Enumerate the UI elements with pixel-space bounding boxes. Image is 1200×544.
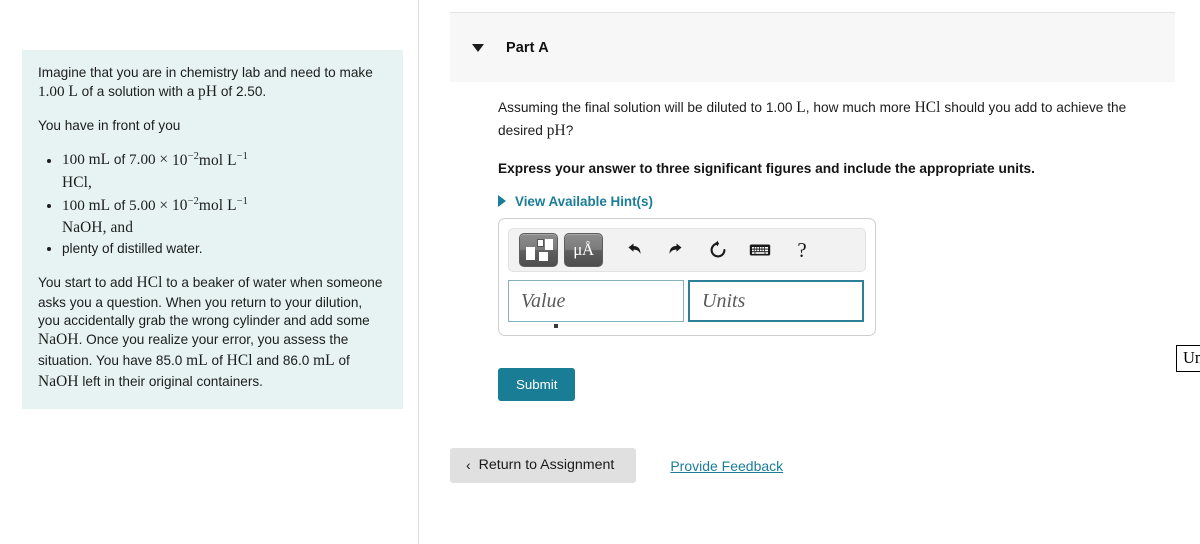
- view-hints-label: View Available Hint(s): [515, 193, 653, 209]
- have-label: You have in front of you: [38, 118, 181, 134]
- item-1-of: of: [113, 197, 126, 213]
- item-0-exponent: −2: [187, 150, 199, 162]
- narrative-s4: of: [211, 353, 223, 369]
- item-0-times: ×: [159, 151, 169, 169]
- page-title: Part A: [506, 39, 549, 56]
- item-0-species: HCl,: [62, 173, 92, 191]
- question-text: Assuming the final solution will be dilu…: [498, 96, 1148, 143]
- item-1-amount: 100: [62, 196, 85, 214]
- item-0-conc-unit: mol L−1: [198, 150, 248, 169]
- intro-line-2-pre: make: [339, 65, 373, 80]
- caret-right-icon: [498, 195, 506, 208]
- redo-arrow-icon[interactable]: [659, 235, 693, 265]
- item-1-conc: 5.00: [129, 196, 156, 214]
- return-to-assignment-button[interactable]: ‹ Return to Assignment: [450, 448, 637, 483]
- math-template-icon[interactable]: [519, 233, 558, 267]
- question-ph: pH: [546, 122, 566, 140]
- question-mid: , how much more: [805, 100, 911, 115]
- units-toggle-icon[interactable]: μÅ: [564, 233, 603, 267]
- text-cursor-handle: [554, 324, 558, 328]
- narrative-naoh: NaOH: [38, 331, 79, 349]
- intro-line-2-mid: of a solution with a: [81, 84, 195, 100]
- item-1-amount-unit: mL: [88, 196, 111, 214]
- item-1-conc-unit: mol L−1: [198, 195, 248, 214]
- units-input[interactable]: Units: [688, 280, 864, 322]
- chevron-left-icon: ‹: [466, 457, 471, 473]
- help-icon[interactable]: ?: [785, 235, 819, 265]
- undo-arrow-icon[interactable]: [617, 235, 651, 265]
- answer-toolbar: μÅ ?: [508, 228, 866, 272]
- list-item: 100 mL of 5.00 × 10−2mol L−1 NaOH, and: [62, 195, 385, 238]
- narrative-s5: and 86.0: [256, 353, 310, 369]
- question-end: ?: [565, 123, 574, 139]
- narrative-naoh-2: NaOH: [38, 373, 79, 390]
- item-1-species: NaOH, and: [62, 218, 133, 236]
- item-1-exponent: −2: [187, 195, 199, 207]
- item-0-base: 10−2: [171, 150, 199, 169]
- ph-symbol: pH: [198, 83, 218, 101]
- list-item: 100 mL of 7.00 × 10−2mol L−1 HCl,: [62, 149, 385, 192]
- item-1-times: ×: [159, 196, 169, 214]
- item-1-conc-unit-exp: −1: [236, 195, 248, 207]
- view-hints-link[interactable]: View Available Hint(s): [498, 194, 653, 209]
- intro-volume: 1.00: [38, 83, 65, 101]
- return-to-assignment-label: Return to Assignment: [478, 457, 615, 473]
- question-pre: Assuming the final solution will be dilu…: [498, 100, 793, 115]
- keyboard-icon[interactable]: [743, 235, 777, 265]
- answer-inputs: Value Units: [508, 280, 866, 328]
- item-1-base: 10−2: [171, 195, 199, 214]
- item-0-of: of: [113, 152, 126, 168]
- question-body: Assuming the final solution will be dilu…: [498, 96, 1148, 225]
- question-unit: L: [796, 99, 806, 116]
- part-a-panel: Part A Assuming the final solution will …: [450, 0, 1200, 544]
- caret-down-icon[interactable]: [472, 43, 484, 52]
- problem-narrative: You start to add HCl to a beaker of wate…: [38, 273, 385, 393]
- value-input[interactable]: Value: [508, 280, 684, 322]
- item-0-conc: 7.00: [129, 151, 156, 169]
- narrative-s1: You start to add: [38, 274, 133, 290]
- materials-list: 100 mL of 7.00 × 10−2mol L−1 HCl, 100 mL…: [38, 149, 385, 258]
- narrative-s7: left in their original containers.: [82, 374, 263, 389]
- intro-unit: L: [68, 83, 78, 101]
- units-button-label: μÅ: [573, 240, 594, 259]
- item-0-amount-unit: mL: [88, 151, 111, 169]
- units-input-tooltip: Units input for part A: [1176, 345, 1200, 372]
- value-input-placeholder: Value: [521, 289, 566, 312]
- narrative-ml-1: mL: [186, 352, 208, 370]
- question-species: HCl: [914, 99, 941, 116]
- narrative-s6: of: [338, 353, 350, 369]
- pane-divider: [418, 0, 419, 544]
- narrative-hcl: HCl: [136, 273, 163, 291]
- intro-line-1: Imagine that you are in chemistry lab an…: [38, 65, 336, 80]
- problem-intro: Imagine that you are in chemistry lab an…: [38, 64, 385, 103]
- part-header[interactable]: Part A: [450, 12, 1175, 82]
- reset-circular-arrow-icon[interactable]: [701, 235, 735, 265]
- narrative-ml-2: mL: [313, 352, 335, 370]
- units-input-placeholder: Units: [702, 289, 746, 312]
- problem-statement-panel: Imagine that you are in chemistry lab an…: [22, 50, 403, 409]
- footer-actions: ‹ Return to Assignment Provide Feedback: [450, 448, 783, 483]
- item-0-amount: 100: [62, 151, 85, 169]
- narrative-hcl-2: HCl: [226, 352, 253, 370]
- answer-instruction: Express your answer to three significant…: [498, 160, 1035, 176]
- item-0-conc-unit-exp: −1: [236, 150, 248, 162]
- intro-line-2-post: of 2.50.: [220, 84, 267, 100]
- answer-entry-box: μÅ ? Value Units: [498, 218, 876, 336]
- provide-feedback-link[interactable]: Provide Feedback: [670, 458, 783, 474]
- list-item: plenty of distilled water.: [62, 240, 385, 259]
- submit-button[interactable]: Submit: [498, 368, 576, 401]
